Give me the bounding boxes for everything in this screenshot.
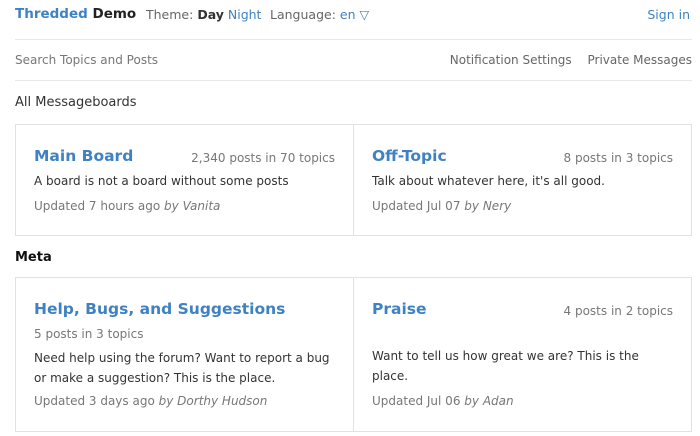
board-group: Main Board 2,340 posts in 70 topics A bo… bbox=[15, 124, 692, 236]
updated-by-user[interactable]: Dorthy Hudson bbox=[177, 394, 267, 408]
board-description: A board is not a board without some post… bbox=[34, 174, 289, 188]
private-messages-link[interactable]: Private Messages bbox=[588, 53, 693, 67]
theme-switcher: Theme: Day Night bbox=[146, 7, 261, 22]
board-name[interactable]: Off-Topic bbox=[372, 147, 447, 165]
site-brand[interactable]: Thredded Demo bbox=[15, 6, 136, 22]
sign-in-link[interactable]: Sign in bbox=[647, 7, 690, 22]
language-select[interactable]: en ▽ bbox=[340, 7, 369, 22]
board-group: Help, Bugs, and Suggestions 5 posts in 3… bbox=[15, 277, 692, 432]
board-card[interactable]: Praise 4 posts in 2 topics Want to tell … bbox=[353, 278, 691, 431]
group-title: Meta bbox=[15, 250, 52, 265]
updated-by-label: by bbox=[464, 199, 479, 213]
search-input[interactable]: Search Topics and Posts bbox=[15, 53, 158, 67]
board-updated: Updated Jul 06 by Adan bbox=[372, 394, 514, 408]
board-stats: 8 posts in 3 topics bbox=[563, 151, 673, 165]
divider bbox=[15, 39, 692, 40]
board-stats: 4 posts in 2 topics bbox=[563, 304, 673, 318]
theme-label: Theme: bbox=[146, 7, 194, 22]
board-card[interactable]: Off-Topic 8 posts in 3 topics Talk about… bbox=[353, 125, 691, 235]
updated-by-user[interactable]: Nery bbox=[483, 199, 511, 213]
notification-settings-link[interactable]: Notification Settings bbox=[450, 53, 572, 67]
updated-by-user[interactable]: Vanita bbox=[183, 199, 221, 213]
board-description: Want to tell us how great we are? This i… bbox=[372, 349, 639, 383]
updated-by-user[interactable]: Adan bbox=[483, 394, 514, 408]
board-updated: Updated Jul 07 by Nery bbox=[372, 199, 511, 213]
board-name[interactable]: Praise bbox=[372, 300, 427, 318]
updated-time: Updated Jul 06 bbox=[372, 394, 461, 408]
updated-by-label: by bbox=[464, 394, 479, 408]
updated-by-label: by bbox=[164, 199, 179, 213]
language-switcher: Language: en ▽ bbox=[270, 7, 369, 22]
language-label: Language: bbox=[270, 7, 336, 22]
top-bar: Thredded Demo Theme: Day Night Language:… bbox=[0, 0, 700, 32]
board-name[interactable]: Main Board bbox=[34, 147, 133, 165]
brand-primary[interactable]: Thredded bbox=[15, 6, 88, 22]
board-stats: 2,340 posts in 70 topics bbox=[191, 151, 335, 165]
updated-by-label: by bbox=[158, 394, 174, 408]
group-title: All Messageboards bbox=[15, 95, 137, 110]
board-card[interactable]: Help, Bugs, and Suggestions 5 posts in 3… bbox=[16, 278, 353, 431]
user-nav: Notification Settings Private Messages bbox=[438, 53, 692, 67]
board-updated: Updated 3 days ago by Dorthy Hudson bbox=[34, 394, 267, 408]
theme-day-option[interactable]: Day bbox=[197, 7, 224, 22]
updated-time: Updated 7 hours ago bbox=[34, 199, 161, 213]
board-description: Need help using the forum? Want to repor… bbox=[34, 351, 330, 385]
brand-secondary[interactable]: Demo bbox=[92, 6, 136, 22]
board-card[interactable]: Main Board 2,340 posts in 70 topics A bo… bbox=[16, 125, 353, 235]
updated-time: Updated Jul 07 bbox=[372, 199, 461, 213]
divider bbox=[15, 80, 692, 81]
board-description: Talk about whatever here, it's all good. bbox=[372, 174, 605, 188]
board-updated: Updated 7 hours ago by Vanita bbox=[34, 199, 220, 213]
board-stats: 5 posts in 3 topics bbox=[34, 327, 144, 341]
board-name[interactable]: Help, Bugs, and Suggestions bbox=[34, 300, 285, 318]
updated-time: Updated 3 days ago bbox=[34, 394, 155, 408]
theme-night-option[interactable]: Night bbox=[228, 7, 262, 22]
